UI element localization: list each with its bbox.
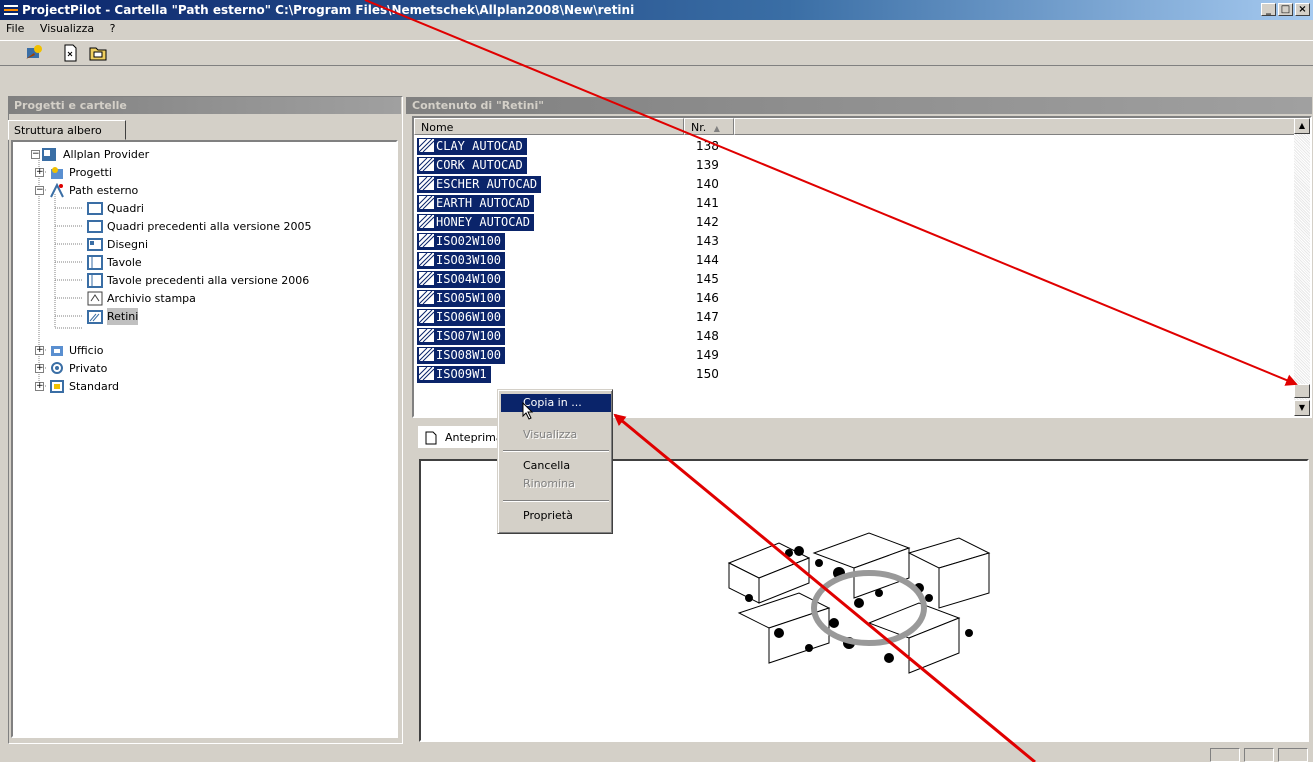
list-row[interactable]: HONEY AUTOCAD 142: [414, 213, 1294, 232]
standard-icon: [50, 380, 64, 393]
context-rinomina[interactable]: Rinomina: [501, 475, 611, 493]
layout-icon: [87, 273, 103, 288]
context-menu: Copia in ... Visualizza Cancella Rinomin…: [497, 389, 613, 534]
menu-separator: [503, 500, 609, 502]
status-field: [1244, 748, 1274, 762]
private-icon: [51, 362, 63, 374]
hatch-pattern-icon: [419, 158, 434, 171]
projectpilot-app-icon: [4, 5, 18, 15]
layout-icon: [87, 255, 103, 270]
context-proprieta[interactable]: Proprietà: [501, 507, 611, 525]
expand-icon[interactable]: +: [35, 168, 44, 177]
menu-bar: File Visualizza ?: [0, 21, 1313, 37]
scroll-thumb[interactable]: [1294, 384, 1310, 398]
scroll-up-icon[interactable]: ▲: [1294, 118, 1310, 134]
office-icon: [51, 346, 63, 356]
list-row[interactable]: ISO06W100 147: [414, 308, 1294, 327]
expand-icon[interactable]: +: [35, 346, 44, 355]
hatch-pattern-icon: [419, 177, 434, 190]
hatch-pattern-icon: [419, 215, 434, 228]
collapse-icon[interactable]: −: [31, 150, 40, 159]
vertical-scrollbar[interactable]: ▲ ▼: [1294, 118, 1310, 416]
preview-thumbnail-image: [727, 532, 991, 674]
menu-separator: [503, 450, 609, 452]
title-bar[interactable]: ProjectPilot - Cartella "Path esterno" C…: [0, 0, 1313, 20]
list-row[interactable]: ISO07W100 148: [414, 327, 1294, 346]
drawing-file-icon: [87, 202, 103, 215]
menu-help[interactable]: ?: [104, 21, 122, 37]
hatch-folder-icon: [87, 310, 103, 324]
hatch-pattern-icon: [419, 367, 434, 380]
hatch-pattern-icon: [419, 272, 434, 285]
context-copy-to[interactable]: Copia in ...: [501, 394, 611, 412]
file-list[interactable]: Nome Nr. ▲ CLAY AUTOCAD 138 CORK AUTOCAD 1…: [412, 116, 1312, 418]
hatch-pattern-icon: [419, 196, 434, 209]
status-field: [1278, 748, 1308, 762]
menu-visualizza[interactable]: Visualizza: [34, 21, 100, 37]
provider-icon: [42, 148, 56, 161]
context-cancella[interactable]: Cancella: [501, 457, 611, 475]
column-header-nr[interactable]: Nr. ▲: [684, 118, 734, 135]
list-row[interactable]: CLAY AUTOCAD 138: [414, 137, 1294, 156]
context-visualizza[interactable]: Visualizza: [501, 426, 611, 444]
selected-label: Retini: [107, 308, 139, 325]
hatch-pattern-icon: [419, 310, 434, 323]
path-icon: [50, 183, 64, 198]
scroll-down-icon[interactable]: ▼: [1294, 400, 1310, 416]
list-row[interactable]: ISO02W100 143: [414, 232, 1294, 251]
tab-struttura-albero[interactable]: Struttura albero: [8, 120, 126, 140]
print-archive-icon: [87, 291, 103, 306]
folder-icon[interactable]: [88, 44, 108, 62]
menu-file[interactable]: File: [0, 21, 30, 37]
list-row[interactable]: ISO03W100 144: [414, 251, 1294, 270]
column-header-empty: [734, 118, 1296, 135]
sort-ascending-icon: ▲: [713, 124, 720, 133]
list-row[interactable]: CORK AUTOCAD 139: [414, 156, 1294, 175]
drawings-icon: [87, 238, 103, 251]
list-row[interactable]: ISO04W100 145: [414, 270, 1294, 289]
right-panel-header: Contenuto di "Retini": [406, 97, 1312, 114]
project-tree[interactable]: − Allplan Provider + Progetti − Path est…: [11, 140, 398, 738]
preview-tab-label: Anteprima: [445, 431, 503, 444]
settings-wizard-icon[interactable]: [24, 44, 44, 62]
projects-icon: [51, 167, 63, 179]
hatch-pattern-icon: [419, 253, 434, 266]
list-row[interactable]: EARTH AUTOCAD 141: [414, 194, 1294, 213]
column-header-nr-label: Nr.: [691, 121, 707, 134]
collapse-icon[interactable]: −: [35, 186, 44, 195]
document-icon: [425, 431, 437, 445]
hatch-pattern-icon: [419, 329, 434, 342]
list-row[interactable]: ESCHER AUTOCAD 140: [414, 175, 1294, 194]
column-header-nome[interactable]: Nome: [414, 118, 684, 135]
document-icon[interactable]: [60, 44, 80, 62]
status-bar: [0, 746, 1313, 762]
hatch-pattern-icon: [419, 139, 434, 152]
hatch-pattern-icon: [419, 348, 434, 361]
window-title: ProjectPilot - Cartella "Path esterno" C…: [22, 3, 635, 17]
expand-icon[interactable]: +: [35, 382, 44, 391]
list-row[interactable]: ISO09W1 150: [414, 365, 1294, 384]
drawing-file-icon: [87, 220, 103, 233]
maximize-button[interactable]: □: [1278, 3, 1293, 16]
close-button[interactable]: ×: [1295, 3, 1310, 16]
mouse-cursor-icon: [522, 402, 534, 420]
list-row[interactable]: ISO08W100 149: [414, 346, 1294, 365]
minimize-button[interactable]: _: [1261, 3, 1276, 16]
hatch-pattern-icon: [419, 234, 434, 247]
list-row[interactable]: ISO05W100 146: [414, 289, 1294, 308]
status-field: [1210, 748, 1240, 762]
hatch-pattern-icon: [419, 291, 434, 304]
expand-icon[interactable]: +: [35, 364, 44, 373]
toolbar: [0, 40, 1313, 66]
window-controls: _ □ ×: [1261, 3, 1310, 16]
